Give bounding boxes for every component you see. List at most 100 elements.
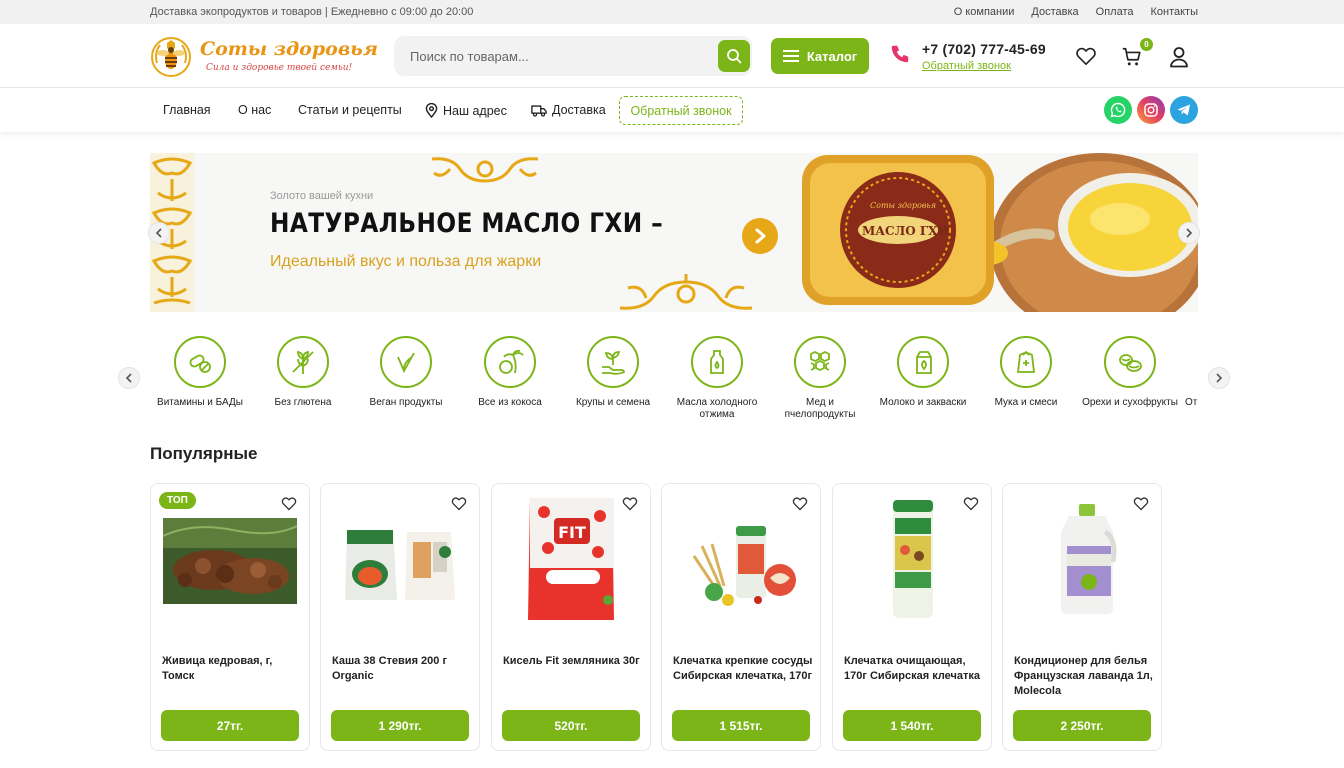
- product-image: [893, 500, 933, 618]
- search-bar: [394, 36, 752, 76]
- cart-icon[interactable]: [1121, 46, 1143, 68]
- chevron-left-icon: [155, 228, 162, 238]
- banner-title: НАТУРАЛЬНОЕ МАСЛО ГХИ –: [270, 208, 664, 239]
- nuts-icon: [1119, 354, 1142, 372]
- category-circle: [1104, 336, 1156, 388]
- category-coconut[interactable]: Все из кокоса: [462, 336, 558, 409]
- banner-subtitle: Золото вашей кухни: [270, 190, 374, 202]
- chevron-right-icon: [1216, 373, 1223, 383]
- category-honey[interactable]: Мед и пчелопродукты: [772, 336, 868, 421]
- category-label: Крупы и семена: [575, 397, 651, 408]
- category-milk[interactable]: Молоко и закваски: [875, 336, 971, 409]
- ornament-top-icon: [431, 157, 539, 183]
- header: Соты здоровья Сила и здоровье твоей семь…: [0, 24, 1344, 88]
- nav-delivery[interactable]: Доставка: [531, 103, 606, 117]
- price-button[interactable]: 1 540тг.: [843, 710, 981, 741]
- price-button[interactable]: 520тг.: [502, 710, 640, 741]
- top-link-about[interactable]: О компании: [954, 6, 1015, 18]
- product-image: [692, 526, 796, 606]
- category-flour[interactable]: Мука и смеси: [978, 336, 1074, 409]
- banner-next-button[interactable]: [742, 218, 778, 254]
- catalog-button[interactable]: Каталог: [771, 38, 869, 74]
- category-nuts[interactable]: Орехи и сухофрукты: [1082, 336, 1178, 409]
- category-circle: [794, 336, 846, 388]
- product-name[interactable]: Живица кедровая, г, Томск: [162, 654, 302, 684]
- svg-text:FIT: FIT: [558, 523, 586, 542]
- product-card[interactable]: Клечатка очищающая, 170г Сибирская клеча…: [832, 483, 992, 751]
- nav-delivery-label: Доставка: [552, 103, 606, 117]
- popular-section-title: Популярные: [150, 444, 258, 463]
- banner-next-arrow[interactable]: [1178, 222, 1200, 244]
- product-name[interactable]: Клечатка очищающая, 170г Сибирская клеча…: [844, 654, 984, 684]
- wheat-icon: [292, 350, 314, 374]
- product-image: [163, 518, 297, 604]
- flour-bag-icon: [1016, 350, 1036, 373]
- category-circle: [174, 336, 226, 388]
- category-label: Молоко и закваски: [879, 397, 967, 408]
- logo[interactable]: Соты здоровья Сила и здоровье твоей семь…: [150, 32, 378, 80]
- categories-next-arrow[interactable]: [1208, 367, 1230, 389]
- search-input[interactable]: [394, 36, 714, 76]
- product-name[interactable]: Каша 38 Стевия 200 г Organic: [332, 654, 472, 684]
- product-card[interactable]: Клечатка крепкие сосуды Сибирская клечат…: [661, 483, 821, 751]
- top-link-delivery[interactable]: Доставка: [1031, 6, 1078, 18]
- whatsapp-button[interactable]: [1104, 96, 1132, 124]
- telegram-icon: [1177, 104, 1190, 116]
- product-name[interactable]: Кисель Fit земляника 30г: [503, 654, 643, 669]
- honeycomb-icon: [810, 350, 830, 372]
- product-name[interactable]: Клечатка крепкие сосуды Сибирская клечат…: [673, 654, 813, 684]
- top-badge: ТОП: [159, 492, 196, 509]
- category-grains[interactable]: Крупы и семена: [565, 336, 661, 409]
- categories-prev-arrow[interactable]: [118, 367, 140, 389]
- phone-number[interactable]: +7 (702) 777-45-69: [922, 41, 1046, 57]
- telegram-button[interactable]: [1170, 96, 1198, 124]
- top-link-contacts[interactable]: Контакты: [1150, 6, 1198, 18]
- category-vitamins[interactable]: Витамины и БАДы: [152, 336, 248, 409]
- category-vegan[interactable]: Веган продукты: [358, 336, 454, 409]
- category-label: Орехи и сухофрукты: [1082, 397, 1178, 408]
- callback-link[interactable]: Обратный звонок: [922, 60, 1011, 72]
- ghee-product-icon: [802, 153, 1198, 312]
- product-image: [345, 530, 455, 600]
- coconut-icon: [499, 349, 524, 374]
- banner-description: Идеальный вкус и польза для жарки: [270, 253, 542, 270]
- user-icon[interactable]: [1169, 46, 1189, 68]
- category-circle: [380, 336, 432, 388]
- category-gluten-free[interactable]: Без глютена: [255, 336, 351, 409]
- banner-product-label: МАСЛО ГХИ: [862, 224, 949, 238]
- heart-icon[interactable]: [1075, 46, 1097, 66]
- price-button[interactable]: 1 515тг.: [672, 710, 810, 741]
- product-card[interactable]: ТОП Живица кедровая, г, Томск 27тг.: [150, 483, 310, 751]
- price-button[interactable]: 1 290тг.: [331, 710, 469, 741]
- product-name[interactable]: Кондиционер для белья Французская лаванд…: [1014, 654, 1154, 699]
- instagram-button[interactable]: [1137, 96, 1165, 124]
- nav-address[interactable]: Наш адрес: [425, 103, 507, 118]
- nav-address-label: Наш адрес: [443, 103, 507, 118]
- nav-articles[interactable]: Статьи и рецепты: [298, 103, 402, 117]
- category-circle: [1000, 336, 1052, 388]
- category-label: Масла холодного отжима: [676, 397, 758, 420]
- category-label: От: [1185, 397, 1198, 408]
- logo-title: Соты здоровья: [200, 38, 378, 60]
- product-card[interactable]: FIT Кисель Fit земляника 30г 520тг.: [491, 483, 651, 751]
- location-icon: [425, 103, 438, 118]
- whatsapp-icon: [1110, 102, 1126, 118]
- nav-callback-button[interactable]: Обратный звонок: [619, 96, 743, 125]
- price-button[interactable]: 27тг.: [161, 710, 299, 741]
- price-button[interactable]: 2 250тг.: [1013, 710, 1151, 741]
- category-circle: [277, 336, 329, 388]
- pills-icon: [189, 354, 211, 373]
- product-card[interactable]: Кондиционер для белья Французская лаванд…: [1002, 483, 1162, 751]
- nav-home[interactable]: Главная: [163, 103, 211, 117]
- banner-prev-arrow[interactable]: [148, 222, 170, 244]
- cart-count-badge: 0: [1140, 38, 1153, 51]
- nav-about[interactable]: О нас: [238, 103, 271, 117]
- search-button[interactable]: [718, 40, 750, 72]
- search-icon: [727, 49, 742, 64]
- top-link-payment[interactable]: Оплата: [1096, 6, 1134, 18]
- category-oils[interactable]: Масла холодного отжима: [669, 336, 765, 421]
- product-image: FIT: [528, 498, 614, 620]
- product-card[interactable]: Каша 38 Стевия 200 г Organic 1 290тг.: [320, 483, 480, 751]
- category-partial[interactable]: От: [1185, 336, 1198, 409]
- instagram-icon: [1144, 103, 1158, 117]
